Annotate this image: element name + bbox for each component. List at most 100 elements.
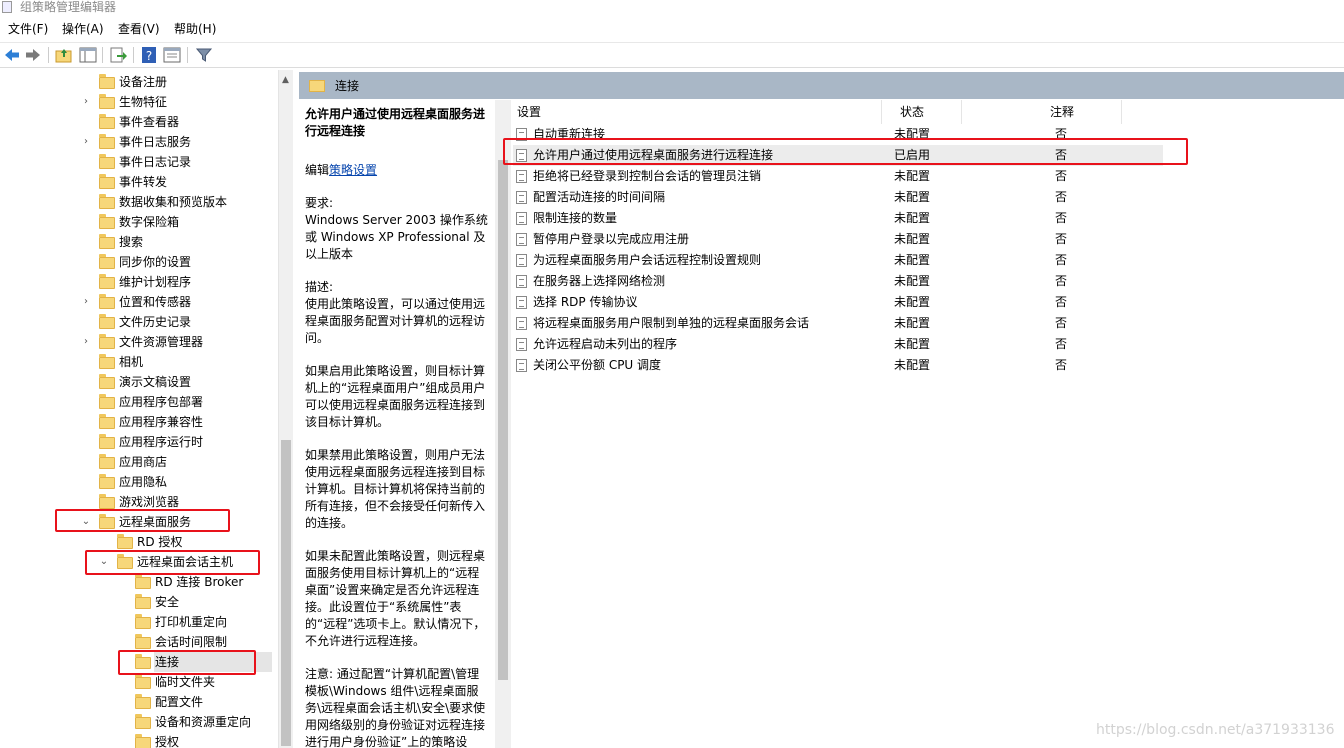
expand-chevron-icon[interactable] [80, 452, 92, 472]
expand-chevron-icon[interactable] [116, 692, 128, 712]
expand-chevron-icon[interactable] [116, 732, 128, 748]
policy-row[interactable]: 拒绝将已经登录到控制台会话的管理员注销 未配置 否 [513, 166, 1163, 187]
column-header-comment[interactable]: 注释 [1050, 104, 1074, 120]
expand-chevron-icon[interactable] [80, 192, 92, 212]
tree-node[interactable]: › 事件日志服务 [0, 132, 278, 152]
scroll-up-arrow-icon[interactable]: ▲ [282, 75, 289, 85]
expand-chevron-icon[interactable]: › [80, 92, 92, 112]
tree-node[interactable]: 维护计划程序 [0, 272, 278, 292]
expand-chevron-icon[interactable] [80, 472, 92, 492]
tree-node[interactable]: 会话时间限制 [0, 632, 278, 652]
tree-node[interactable]: 同步你的设置 [0, 252, 278, 272]
expand-chevron-icon[interactable] [80, 72, 92, 92]
tree-node[interactable]: 配置文件 [0, 692, 278, 712]
tree-node[interactable]: RD 授权 [0, 532, 278, 552]
tree-node[interactable]: 应用程序包部署 [0, 392, 278, 412]
tree-node[interactable]: 安全 [0, 592, 278, 612]
expand-chevron-icon[interactable] [80, 252, 92, 272]
expand-chevron-icon[interactable] [80, 232, 92, 252]
tree-node[interactable]: 数字保险箱 [0, 212, 278, 232]
expand-chevron-icon[interactable] [116, 652, 128, 672]
tree-node[interactable]: 打印机重定向 [0, 612, 278, 632]
console-tree[interactable]: 设备注册 › 生物特征 事件查看器 › 事件日志服务 事件日志记录 事件转发 数据收集和预览版本… [0, 70, 278, 748]
tree-scrollbar[interactable]: ▲ [278, 70, 293, 748]
description-scroll-thumb[interactable] [498, 160, 508, 680]
expand-chevron-icon[interactable] [116, 712, 128, 732]
menu-action[interactable]: 操作(A) [62, 21, 104, 37]
help-icon[interactable]: ? [140, 46, 158, 64]
column-divider[interactable] [881, 100, 882, 124]
forward-arrow-icon[interactable] [24, 46, 42, 64]
tree-node[interactable]: 授权 [0, 732, 278, 748]
expand-chevron-icon[interactable] [116, 592, 128, 612]
policy-row[interactable]: 选择 RDP 传输协议 未配置 否 [513, 292, 1163, 313]
tree-node[interactable]: ⌄ 远程桌面服务 [0, 512, 278, 532]
tree-node[interactable]: 连接 [135, 652, 272, 672]
tree-node[interactable]: ⌄ 远程桌面会话主机 [0, 552, 278, 572]
policy-row[interactable]: 将远程桌面服务用户限制到单独的远程桌面服务会话 未配置 否 [513, 313, 1163, 334]
tree-node[interactable]: 事件查看器 [0, 112, 278, 132]
expand-chevron-icon[interactable] [80, 412, 92, 432]
tree-node[interactable]: 临时文件夹 [0, 672, 278, 692]
expand-chevron-icon[interactable] [98, 532, 110, 552]
back-arrow-icon[interactable] [3, 46, 21, 64]
expand-chevron-icon[interactable] [80, 312, 92, 332]
policy-row[interactable]: 允许用户通过使用远程桌面服务进行远程连接 已启用 否 [513, 145, 1163, 166]
expand-chevron-icon[interactable] [80, 432, 92, 452]
edit-policy-link[interactable]: 策略设置 [329, 163, 377, 177]
expand-chevron-icon[interactable] [80, 372, 92, 392]
tree-node[interactable]: 应用程序兼容性 [0, 412, 278, 432]
tree-node[interactable]: 相机 [0, 352, 278, 372]
expand-chevron-icon[interactable]: ⌄ [98, 552, 110, 572]
expand-chevron-icon[interactable] [80, 112, 92, 132]
policy-row[interactable]: 允许远程启动未列出的程序 未配置 否 [513, 334, 1163, 355]
column-divider[interactable] [1121, 100, 1122, 124]
expand-chevron-icon[interactable] [80, 392, 92, 412]
tree-node[interactable]: 事件日志记录 [0, 152, 278, 172]
expand-chevron-icon[interactable]: › [80, 332, 92, 352]
tree-node[interactable]: 文件历史记录 [0, 312, 278, 332]
expand-chevron-icon[interactable] [80, 172, 92, 192]
policy-row[interactable]: 配置活动连接的时间间隔 未配置 否 [513, 187, 1163, 208]
expand-chevron-icon[interactable] [80, 212, 92, 232]
up-folder-icon[interactable] [55, 46, 73, 64]
policy-row[interactable]: 限制连接的数量 未配置 否 [513, 208, 1163, 229]
menu-view[interactable]: 查看(V) [118, 21, 160, 37]
expand-chevron-icon[interactable]: › [80, 292, 92, 312]
filter-icon[interactable] [195, 46, 213, 64]
menu-help[interactable]: 帮助(H) [174, 21, 216, 37]
tree-node[interactable]: 应用商店 [0, 452, 278, 472]
expand-chevron-icon[interactable]: ⌄ [80, 512, 92, 532]
column-header-setting[interactable]: 设置 [517, 104, 541, 120]
tree-node[interactable]: 游戏浏览器 [0, 492, 278, 512]
policy-row[interactable]: 关闭公平份额 CPU 调度 未配置 否 [513, 355, 1163, 376]
tree-node[interactable]: 设备和资源重定向 [0, 712, 278, 732]
expand-chevron-icon[interactable] [116, 612, 128, 632]
policy-row[interactable]: 暂停用户登录以完成应用注册 未配置 否 [513, 229, 1163, 250]
expand-chevron-icon[interactable]: › [80, 132, 92, 152]
tree-node[interactable]: 应用隐私 [0, 472, 278, 492]
tree-node[interactable]: 应用程序运行时 [0, 432, 278, 452]
tree-node[interactable]: 设备注册 [0, 72, 278, 92]
tree-node[interactable]: 搜索 [0, 232, 278, 252]
tree-node[interactable]: › 文件资源管理器 [0, 332, 278, 352]
tree-node[interactable]: 数据收集和预览版本 [0, 192, 278, 212]
policy-row[interactable]: 在服务器上选择网络检测 未配置 否 [513, 271, 1163, 292]
policy-row[interactable]: 自动重新连接 未配置 否 [513, 124, 1163, 145]
description-scrollbar[interactable] [495, 100, 511, 748]
tree-node[interactable]: › 位置和传感器 [0, 292, 278, 312]
expand-chevron-icon[interactable] [80, 352, 92, 372]
tree-node[interactable]: 演示文稿设置 [0, 372, 278, 392]
show-tree-icon[interactable] [79, 46, 97, 64]
expand-chevron-icon[interactable] [80, 492, 92, 512]
tree-scroll-thumb[interactable] [281, 440, 291, 746]
expand-chevron-icon[interactable] [116, 672, 128, 692]
policy-row[interactable]: 为远程桌面服务用户会话远程控制设置规则 未配置 否 [513, 250, 1163, 271]
export-list-icon[interactable] [109, 46, 127, 64]
column-header-state[interactable]: 状态 [900, 104, 924, 120]
column-divider[interactable] [961, 100, 962, 124]
expand-chevron-icon[interactable] [80, 272, 92, 292]
tree-node[interactable]: › 生物特征 [0, 92, 278, 112]
tree-node[interactable]: 事件转发 [0, 172, 278, 192]
tree-node[interactable]: RD 连接 Broker [0, 572, 278, 592]
